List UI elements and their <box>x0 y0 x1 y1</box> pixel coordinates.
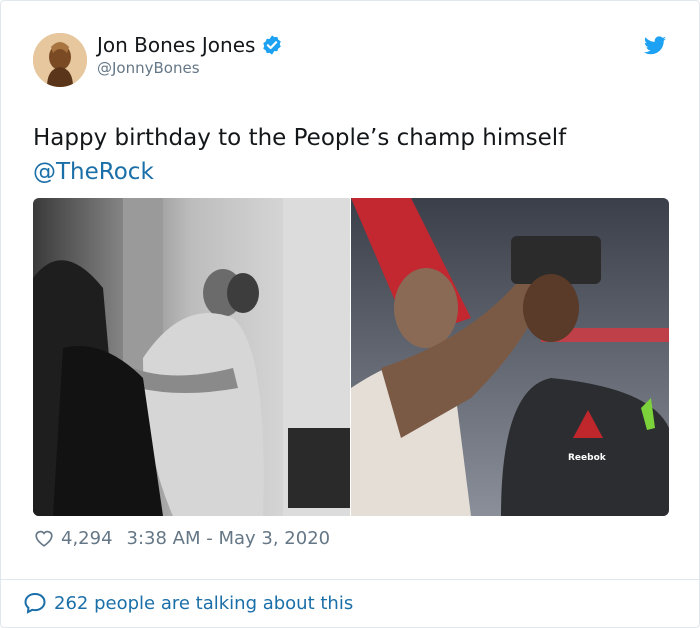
conversation-text[interactable]: 262 people are talking about this <box>54 593 353 614</box>
tweet-media[interactable]: Reebok <box>33 198 669 516</box>
heart-icon[interactable] <box>33 527 55 549</box>
speech-bubble-icon <box>24 592 46 614</box>
mention-link[interactable]: @TheRock <box>33 155 663 189</box>
tweet-body: Happy birthday to the People’s champ him… <box>33 125 567 151</box>
author-name[interactable]: Jon Bones Jones <box>97 33 255 57</box>
tweet-meta: 4,294 3:38 AM - May 3, 2020 <box>33 527 330 549</box>
verified-badge-icon <box>263 35 282 55</box>
tweet-text: Happy birthday to the People’s champ him… <box>33 121 663 189</box>
photo-selfie[interactable]: Reebok <box>351 198 669 516</box>
tweet-timestamp[interactable]: 3:38 AM - May 3, 2020 <box>127 528 331 549</box>
reebok-logo: Reebok <box>568 453 607 463</box>
author-handle[interactable]: @JonnyBones <box>97 59 200 77</box>
photo-hug[interactable] <box>33 198 350 516</box>
like-count[interactable]: 4,294 <box>61 528 113 549</box>
conversation-link[interactable]: 262 people are talking about this <box>23 591 353 615</box>
twitter-bird-icon[interactable] <box>643 34 667 58</box>
author-name-row: Jon Bones Jones <box>97 33 283 57</box>
tweet-card: Jon Bones Jones @JonnyBones Happy birthd… <box>0 0 700 628</box>
divider <box>1 579 699 580</box>
author-avatar[interactable] <box>33 33 87 87</box>
